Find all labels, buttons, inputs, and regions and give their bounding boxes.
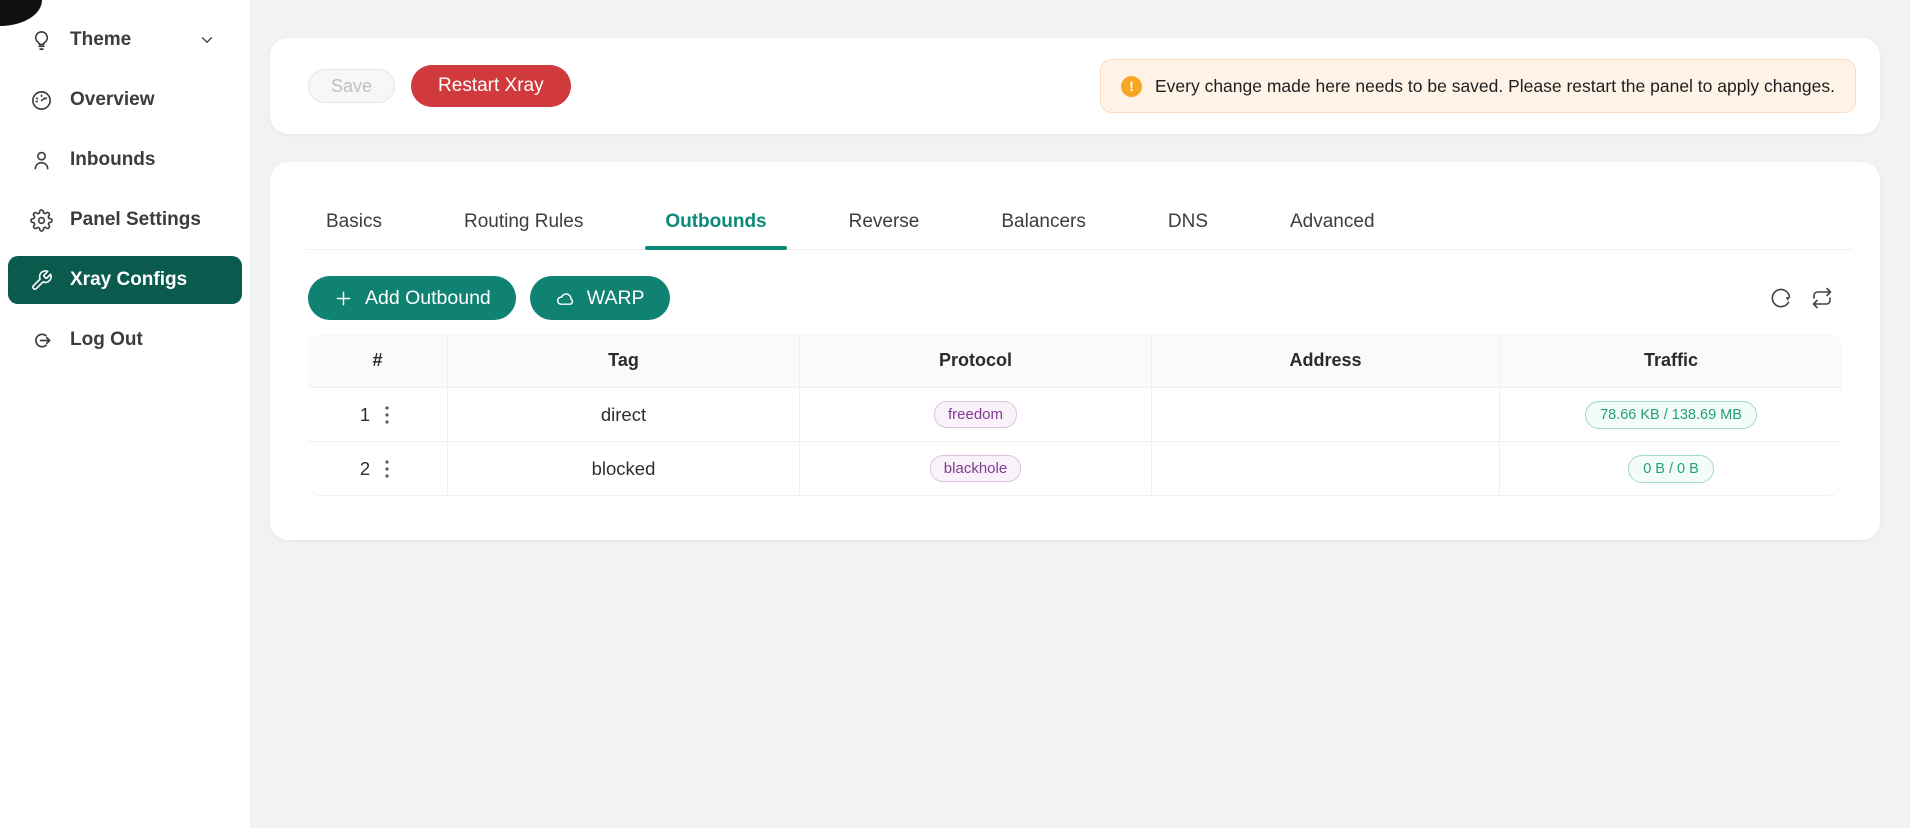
sidebar-item-theme[interactable]: Theme	[8, 16, 242, 64]
sidebar-item-label: Overview	[70, 89, 155, 111]
alert-text: Every change made here needs to be saved…	[1155, 76, 1835, 97]
refresh-icon[interactable]	[1769, 286, 1793, 310]
unsaved-changes-alert: ! Every change made here needs to be sav…	[1100, 59, 1856, 113]
add-outbound-button[interactable]: Add Outbound	[308, 276, 516, 320]
sidebar-item-panel-settings[interactable]: Panel Settings	[8, 196, 242, 244]
row-actions-menu-icon[interactable]	[379, 405, 395, 425]
dashboard-icon	[30, 89, 53, 112]
cell-tag: direct	[448, 388, 800, 442]
tab-dns[interactable]: DNS	[1148, 204, 1228, 249]
table-header-row: # Tag Protocol Address Traffic	[308, 334, 1842, 388]
add-outbound-label: Add Outbound	[365, 287, 491, 310]
wrench-icon	[30, 269, 53, 292]
column-header-address: Address	[1152, 334, 1500, 388]
sidebar-item-xray-configs[interactable]: Xray Configs	[8, 256, 242, 304]
warp-button[interactable]: WARP	[530, 276, 670, 320]
xray-configs-panel: Basics Routing Rules Outbounds Reverse B…	[270, 162, 1880, 540]
traffic-badge: 78.66 KB / 138.69 MB	[1585, 401, 1757, 429]
cell-address	[1152, 442, 1500, 496]
save-button[interactable]: Save	[308, 69, 395, 103]
top-toolbar: Save Restart Xray ! Every change made he…	[270, 38, 1880, 134]
cell-tag: blocked	[448, 442, 800, 496]
repeat-icon[interactable]	[1810, 286, 1834, 310]
sidebar-item-label: Inbounds	[70, 149, 155, 171]
gear-icon	[30, 209, 53, 232]
sidebar-item-label: Xray Configs	[70, 269, 187, 291]
config-tabs: Basics Routing Rules Outbounds Reverse B…	[306, 204, 1852, 250]
logout-icon	[30, 329, 53, 352]
tab-reverse[interactable]: Reverse	[829, 204, 940, 249]
sidebar-item-label: Log Out	[70, 329, 143, 351]
column-header-traffic: Traffic	[1500, 334, 1842, 388]
sidebar: Theme Overview Inbounds Panel Settings X…	[0, 0, 250, 828]
table-tools	[1769, 286, 1834, 310]
plus-icon	[333, 288, 354, 309]
tab-balancers[interactable]: Balancers	[981, 204, 1106, 249]
cell-address	[1152, 388, 1500, 442]
restart-xray-button[interactable]: Restart Xray	[411, 65, 571, 107]
column-header-tag: Tag	[448, 334, 800, 388]
sidebar-item-label: Theme	[70, 29, 131, 51]
row-index: 1	[360, 404, 370, 426]
protocol-badge: freedom	[934, 401, 1017, 428]
tab-routing-rules[interactable]: Routing Rules	[444, 204, 603, 249]
column-header-protocol: Protocol	[800, 334, 1152, 388]
row-actions-menu-icon[interactable]	[379, 459, 395, 479]
row-index: 2	[360, 458, 370, 480]
outbounds-table: # Tag Protocol Address Traffic 1	[308, 334, 1842, 496]
warning-icon: !	[1121, 76, 1142, 97]
sidebar-item-inbounds[interactable]: Inbounds	[8, 136, 242, 184]
table-row: 2 blocked blackhole 0 B / 0 B	[308, 442, 1842, 496]
tab-basics[interactable]: Basics	[306, 204, 402, 249]
lightbulb-icon	[30, 29, 53, 52]
traffic-badge: 0 B / 0 B	[1628, 455, 1714, 483]
tab-outbounds[interactable]: Outbounds	[645, 204, 786, 249]
cloud-icon	[555, 288, 576, 309]
chevron-down-icon	[198, 31, 216, 49]
outbounds-action-row: Add Outbound WARP	[308, 276, 1834, 320]
table-row: 1 direct freedom 78.66 KB / 138.69 MB	[308, 388, 1842, 442]
tab-advanced[interactable]: Advanced	[1270, 204, 1395, 249]
warp-label: WARP	[587, 287, 645, 310]
column-header-index: #	[308, 334, 448, 388]
user-icon	[30, 149, 53, 172]
protocol-badge: blackhole	[930, 455, 1021, 482]
sidebar-item-log-out[interactable]: Log Out	[8, 316, 242, 364]
sidebar-item-overview[interactable]: Overview	[8, 76, 242, 124]
sidebar-item-label: Panel Settings	[70, 209, 201, 231]
